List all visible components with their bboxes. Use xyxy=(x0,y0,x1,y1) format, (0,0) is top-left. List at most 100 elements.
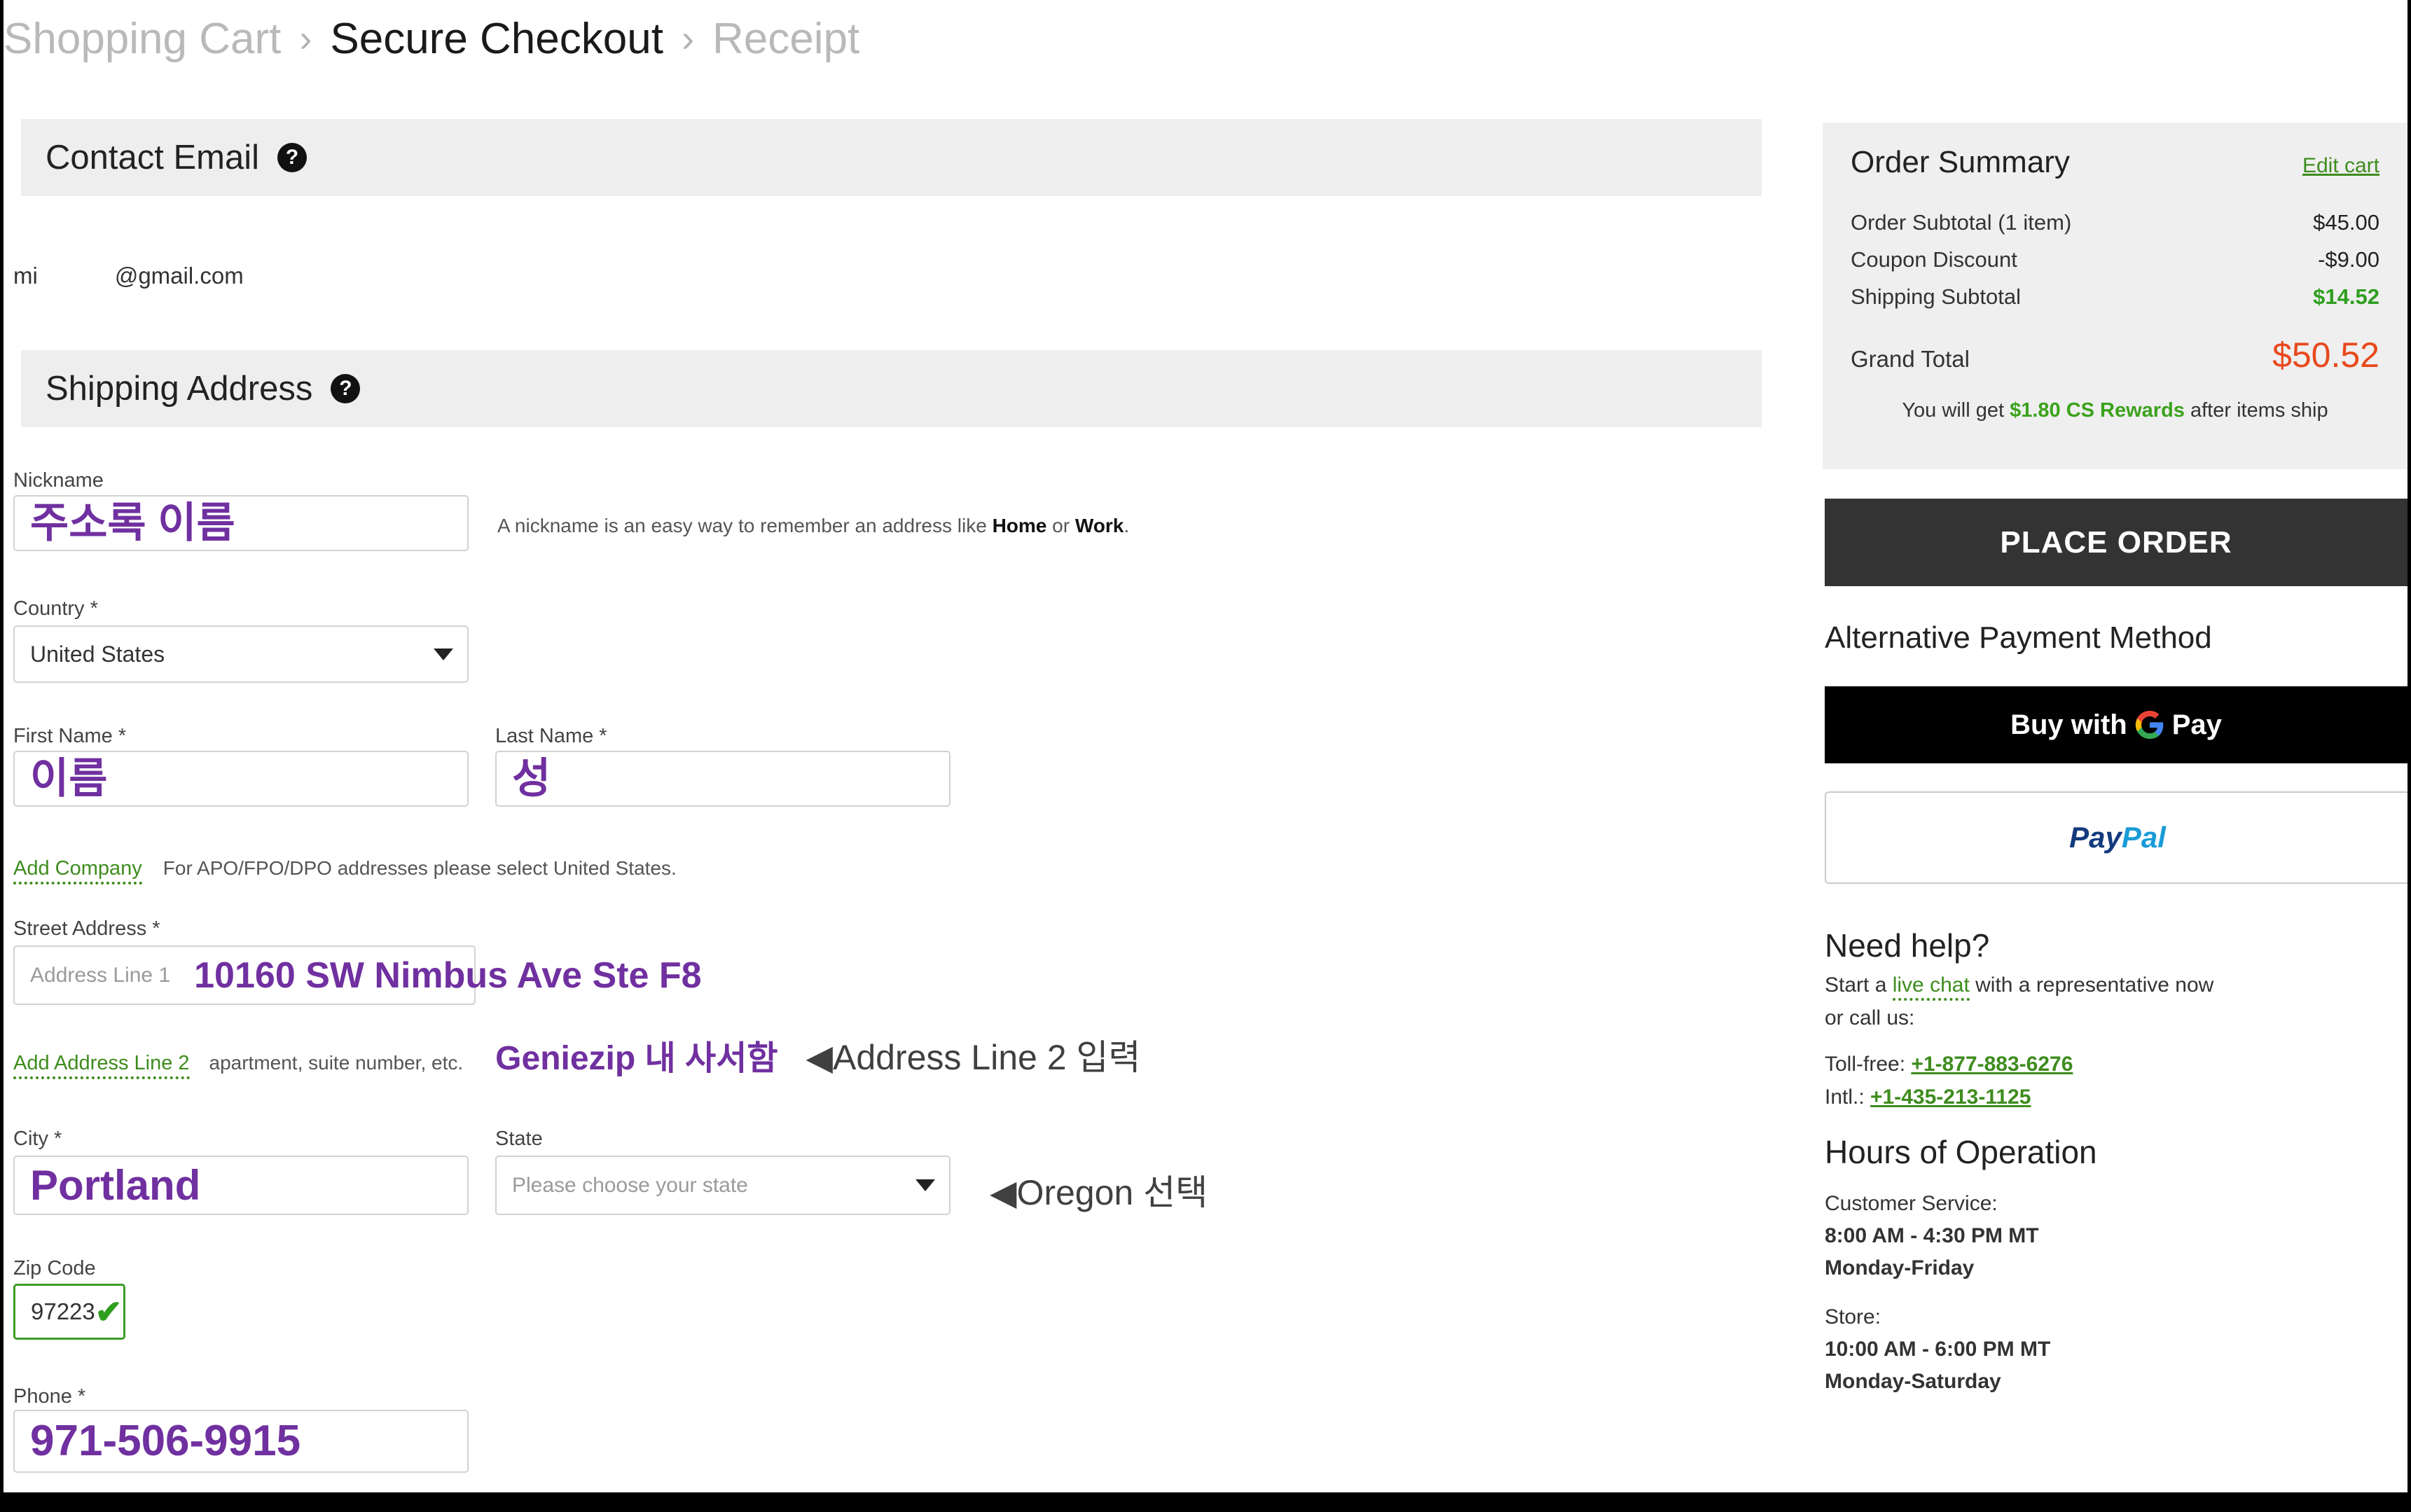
nickname-helper-or: or xyxy=(1046,515,1075,536)
rewards-prefix: You will get xyxy=(1902,399,2010,422)
address-line-1-value: 10160 SW Nimbus Ave Ste F8 xyxy=(194,955,702,996)
alternative-payment-title: Alternative Payment Method xyxy=(1825,620,2212,655)
checkout-page: Shopping Cart › Secure Checkout › Receip… xyxy=(4,0,2407,1492)
apo-fpo-note: For APO/FPO/DPO addresses please select … xyxy=(163,857,677,879)
google-pay-button[interactable]: Buy with Pay xyxy=(1825,686,2407,763)
checkout-form-column: Contact Email ? mi @gmail.com Shipping A… xyxy=(4,0,1769,1492)
gpay-label-prefix: Buy with xyxy=(2010,709,2127,740)
first-name-input-value: 이름 xyxy=(30,755,108,802)
gpay-label-suffix: Pay xyxy=(2171,709,2222,740)
toll-free-number-link[interactable]: +1-877-883-6276 xyxy=(1911,1053,2073,1076)
first-name-input[interactable]: 이름 xyxy=(13,751,469,807)
city-input-value: Portland xyxy=(30,1161,201,1209)
phone-input-value: 971-506-9915 xyxy=(30,1417,301,1465)
contact-email-value: mi @gmail.com xyxy=(13,263,244,289)
table-row: Order Subtotal (1 item) $45.00 xyxy=(1851,210,2379,235)
address-line-2-hint: apartment, suite number, etc. xyxy=(209,1052,464,1074)
zip-valid-check-icon: ✔ xyxy=(95,1293,123,1330)
chevron-down-icon xyxy=(916,1179,935,1191)
state-annotation: ◀Oregon 선택 xyxy=(990,1173,1208,1212)
paypal-logo-pal: Pal xyxy=(2121,821,2166,854)
grand-total-row: Grand Total $50.52 xyxy=(1851,335,2379,375)
zip-code-label: Zip Code xyxy=(13,1257,96,1279)
rewards-suffix: after items ship xyxy=(2184,399,2328,422)
cs-rewards-note: You will get $1.80 CS Rewards after item… xyxy=(1851,399,2379,422)
add-company-row: Add Company For APO/FPO/DPO addresses pl… xyxy=(13,857,677,885)
grand-total-label: Grand Total xyxy=(1851,346,1970,372)
table-row: Coupon Discount -$9.00 xyxy=(1851,247,2379,272)
live-chat-line: Start a live chat with a representative … xyxy=(1825,973,2214,1001)
order-sidebar: Order Summary Edit cart Order Subtotal (… xyxy=(1823,0,2407,1492)
city-input[interactable]: Portland xyxy=(13,1156,469,1215)
intl-label: Intl.: xyxy=(1825,1086,1871,1109)
city-label: City * xyxy=(13,1128,62,1150)
hours-of-operation-title: Hours of Operation xyxy=(1825,1134,2097,1170)
order-subtotal-value: $45.00 xyxy=(2313,210,2379,235)
chat-suffix: with a representative now xyxy=(1969,973,2214,997)
add-company-link[interactable]: Add Company xyxy=(13,857,142,885)
coupon-discount-value: -$9.00 xyxy=(2318,247,2379,272)
table-row: Shipping Subtotal $14.52 xyxy=(1851,284,2379,310)
address-line-2-annotation: ◀Address Line 2 입력 xyxy=(806,1038,1141,1077)
phone-input[interactable]: 971-506-9915 xyxy=(13,1410,469,1473)
street-address-label: Street Address * xyxy=(13,917,160,940)
country-select[interactable]: United States xyxy=(13,625,469,683)
add-address-line-2-link[interactable]: Add Address Line 2 xyxy=(13,1052,190,1079)
nickname-input-value: 주소록 이름 xyxy=(30,499,235,546)
last-name-input[interactable]: 성 xyxy=(495,751,951,807)
last-name-input-value: 성 xyxy=(512,755,551,802)
address-line-1-placeholder: Address Line 1 xyxy=(30,963,171,987)
phone-label: Phone * xyxy=(13,1385,86,1408)
zip-code-input-value: 97223 xyxy=(31,1298,95,1324)
shipping-address-section-header: Shipping Address ? xyxy=(21,350,1762,427)
grand-total-value: $50.52 xyxy=(2272,335,2379,375)
store-time: 10:00 AM - 6:00 PM MT xyxy=(1825,1338,2051,1361)
chat-prefix: Start a xyxy=(1825,973,1893,997)
edit-cart-link[interactable]: Edit cart xyxy=(2302,154,2379,178)
customer-service-days: Monday-Friday xyxy=(1825,1256,1975,1279)
store-label: Store: xyxy=(1825,1305,1881,1329)
toll-free-label: Toll-free: xyxy=(1825,1053,1912,1076)
state-select-placeholder: Please choose your state xyxy=(512,1173,748,1197)
shipping-address-title: Shipping Address xyxy=(46,370,313,408)
add-address-line-2-row: Add Address Line 2 apartment, suite numb… xyxy=(13,1029,1140,1080)
nickname-helper-text: A nickname is an easy way to remember an… xyxy=(497,515,1129,537)
chevron-down-icon xyxy=(434,648,453,660)
state-select[interactable]: Please choose your state xyxy=(495,1156,951,1215)
state-label: State xyxy=(495,1128,543,1150)
first-name-label: First Name * xyxy=(13,725,127,747)
order-summary-header: Order Summary Edit cart xyxy=(1851,145,2379,180)
intl-number-link[interactable]: +1-435-213-1125 xyxy=(1870,1086,2031,1109)
contact-email-title: Contact Email xyxy=(46,139,260,176)
store-days: Monday-Saturday xyxy=(1825,1370,2001,1393)
paypal-button[interactable]: Pay Pal xyxy=(1825,791,2407,884)
country-label: Country * xyxy=(13,597,98,620)
customer-service-time: 8:00 AM - 4:30 PM MT xyxy=(1825,1224,2039,1247)
address-line-1-input[interactable]: Address Line 1 10160 SW Nimbus Ave Ste F… xyxy=(13,945,702,1005)
place-order-button[interactable]: PLACE ORDER xyxy=(1825,499,2407,586)
shipping-subtotal-value: $14.52 xyxy=(2313,284,2379,309)
live-chat-link[interactable]: live chat xyxy=(1892,973,1970,1001)
google-g-icon xyxy=(2134,709,2165,740)
zip-code-input[interactable]: 97223 ✔ xyxy=(13,1284,125,1340)
nickname-helper-work: Work xyxy=(1075,515,1124,536)
nickname-helper-home: Home xyxy=(992,515,1047,536)
order-summary-title: Order Summary xyxy=(1851,145,2070,179)
order-subtotal-label: Order Subtotal (1 item) xyxy=(1851,210,2072,235)
country-select-value: United States xyxy=(30,641,165,667)
nickname-label: Nickname xyxy=(13,469,104,492)
address-line-2-value: Geniezip 내 사서함 xyxy=(495,1040,778,1077)
email-local-part: mi xyxy=(13,263,38,289)
toll-free-line: Toll-free: +1-877-883-6276 xyxy=(1825,1053,2073,1076)
email-domain-part: @gmail.com xyxy=(114,263,244,289)
need-help-title: Need help? xyxy=(1825,927,1990,964)
question-mark-icon[interactable]: ? xyxy=(277,143,308,172)
coupon-discount-label: Coupon Discount xyxy=(1851,247,2017,272)
contact-email-section-header: Contact Email ? xyxy=(21,119,1762,196)
order-summary-panel: Order Summary Edit cart Order Subtotal (… xyxy=(1823,123,2407,469)
shipping-subtotal-label: Shipping Subtotal xyxy=(1851,284,2022,309)
question-mark-icon[interactable]: ? xyxy=(331,374,361,403)
nickname-input[interactable]: 주소록 이름 xyxy=(13,495,469,551)
intl-line: Intl.: +1-435-213-1125 xyxy=(1825,1086,2031,1109)
nickname-helper-suffix: . xyxy=(1124,515,1130,536)
